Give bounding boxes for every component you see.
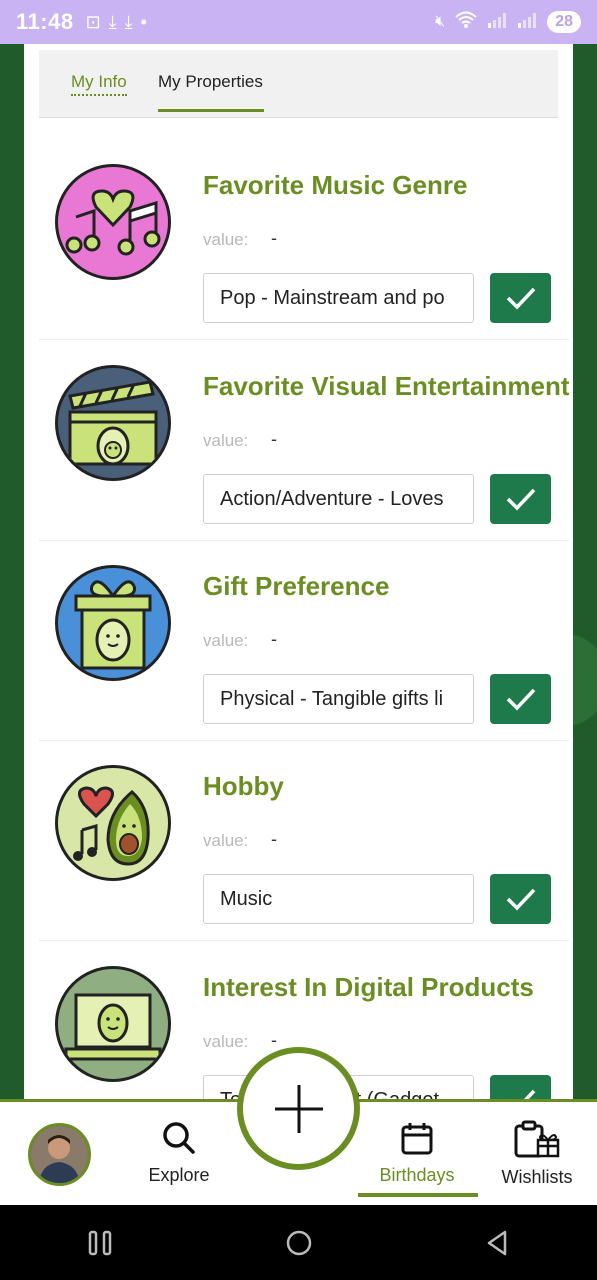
confirm-button[interactable] (490, 474, 551, 524)
plus-icon (274, 1084, 323, 1133)
nav-explore[interactable]: Explore (124, 1120, 234, 1186)
properties-card: My Info My Properties Favorite Music Gen… (24, 44, 573, 1104)
nav-wishlists-label: Wishlists (501, 1167, 573, 1187)
tab-my-properties[interactable]: My Properties (158, 72, 263, 92)
music-heart-icon (55, 164, 171, 280)
tab-my-info[interactable]: My Info (71, 72, 127, 96)
clapperboard-icon (55, 365, 171, 481)
value-text: - (271, 629, 277, 649)
download-icon: ⤓ (124, 11, 133, 32)
value-label: value: (203, 431, 249, 450)
active-nav-indicator (358, 1193, 478, 1197)
confirm-button[interactable] (490, 874, 551, 924)
property-input[interactable] (203, 874, 474, 924)
calendar-icon (401, 1123, 433, 1155)
clipboard-gift-icon (514, 1120, 560, 1158)
value-text: - (271, 1030, 277, 1050)
back-icon[interactable] (483, 1228, 513, 1258)
property-input[interactable] (203, 474, 474, 524)
check-icon (506, 488, 535, 511)
property-item: Favorite Music Genre value: - (39, 140, 569, 340)
home-icon[interactable] (284, 1228, 314, 1258)
value-label: value: (203, 230, 249, 249)
value-label: value: (203, 1032, 249, 1051)
nav-explore-label: Explore (148, 1165, 210, 1185)
value-label: value: (203, 631, 249, 650)
signal-icon (487, 12, 507, 33)
status-icons-right: 🔇︎ 28 (435, 11, 581, 34)
check-icon (506, 287, 535, 310)
check-icon (506, 688, 535, 711)
status-bar: 11:48 ⊡ ⤓ ⤓ • 🔇︎ 28 (0, 0, 597, 44)
value-text: - (271, 429, 277, 449)
property-title: Hobby (203, 771, 284, 801)
tabs-bar: My Info My Properties (39, 50, 558, 118)
download-icon: ⤓ (108, 11, 117, 32)
property-title: Favorite Music Genre (203, 170, 468, 200)
property-input[interactable] (203, 674, 474, 724)
heart-avocado-icon (55, 765, 171, 881)
avatar[interactable] (28, 1123, 91, 1186)
laptop-avocado-icon (55, 966, 171, 1082)
property-item: Gift Preference value: - (39, 541, 569, 741)
property-item: Hobby value: - (39, 741, 569, 941)
battery-indicator: 28 (547, 11, 581, 33)
status-time: 11:48 (16, 9, 74, 34)
nav-birthdays-label: Birthdays (379, 1165, 455, 1185)
nav-birthdays[interactable]: Birthdays (362, 1120, 472, 1186)
property-title: Favorite Visual Entertainment (203, 371, 569, 401)
status-icons-left: ⊡ ⤓ ⤓ • (86, 12, 147, 33)
confirm-button[interactable] (490, 273, 551, 323)
signal-icon (517, 12, 537, 33)
property-input[interactable] (203, 273, 474, 323)
value-label: value: (203, 831, 249, 850)
add-button[interactable] (237, 1047, 360, 1170)
value-text: - (271, 829, 277, 849)
recent-apps-icon[interactable] (85, 1229, 115, 1257)
check-icon (506, 888, 535, 911)
confirm-button[interactable] (490, 674, 551, 724)
gift-box-icon (55, 565, 171, 681)
active-tab-indicator (158, 109, 264, 112)
value-text: - (271, 228, 277, 248)
divider (39, 339, 569, 340)
property-title: Interest In Digital Products (203, 972, 534, 1002)
mute-icon: 🔇︎ (435, 13, 446, 30)
search-icon (163, 1122, 195, 1154)
dot-icon: • (140, 11, 147, 32)
nav-wishlists[interactable]: Wishlists (482, 1120, 592, 1188)
divider (39, 940, 569, 941)
property-title: Gift Preference (203, 571, 390, 601)
property-item: Favorite Visual Entertainment value: - (39, 341, 569, 541)
wifi-icon (455, 11, 477, 34)
screenshot-icon: ⊡ (85, 11, 101, 32)
system-nav-bar (0, 1205, 597, 1280)
